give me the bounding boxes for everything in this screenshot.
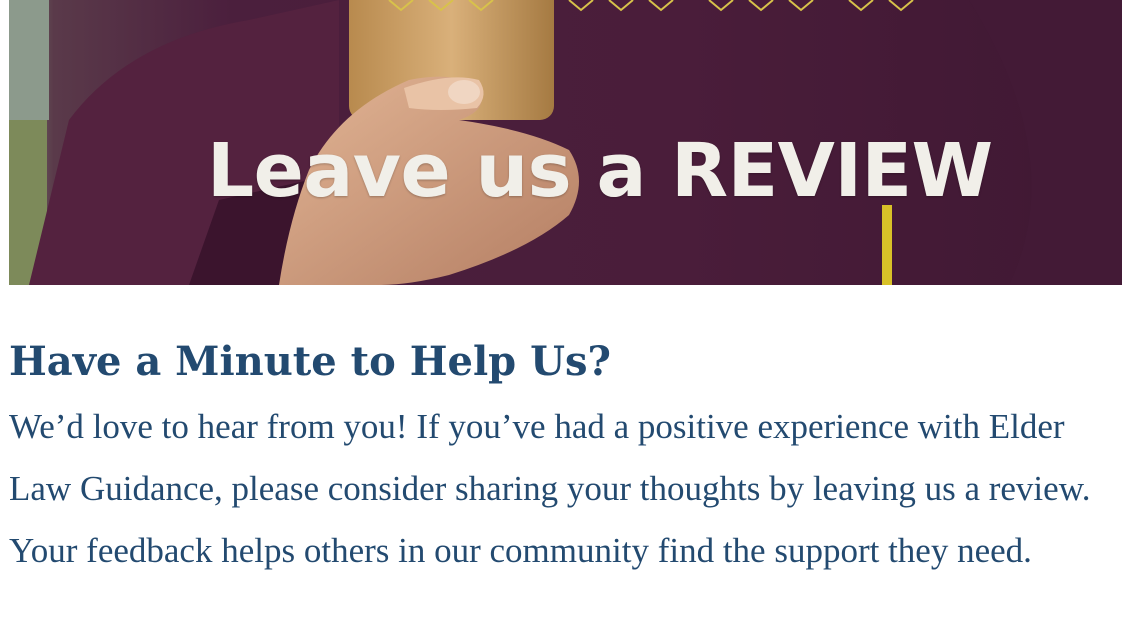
section-paragraph: We’d love to hear from you! If you’ve ha… (9, 407, 1091, 570)
thumbnail (448, 80, 480, 104)
hero-banner: Leave us a REVIEW (9, 0, 1122, 285)
section-heading: Have a Minute to Help Us? (9, 338, 611, 385)
review-section: Have a Minute to Help Us? We’d love to h… (9, 330, 1122, 582)
scenery-sky (9, 0, 49, 120)
pen-accent (882, 205, 892, 285)
hero-title: Leave us a REVIEW (207, 128, 993, 214)
